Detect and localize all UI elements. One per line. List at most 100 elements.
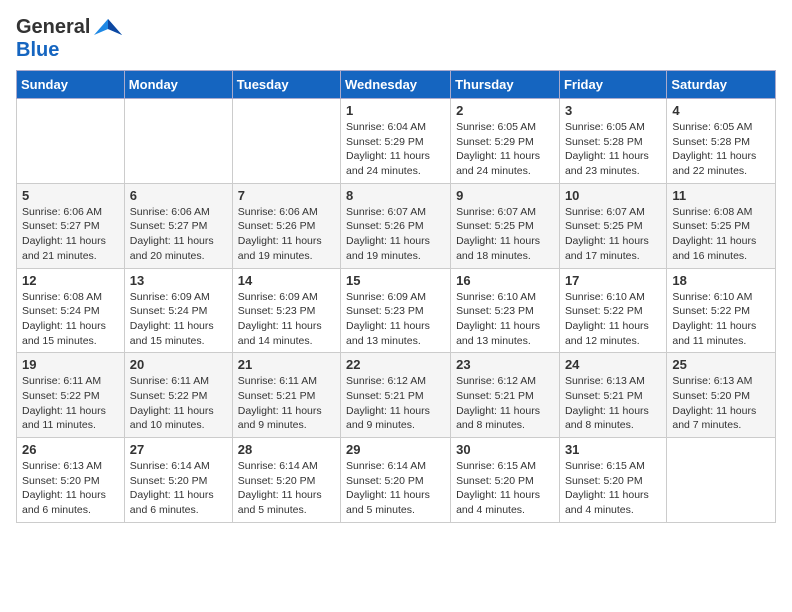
day-number: 1	[346, 103, 445, 118]
day-info: Sunrise: 6:13 AMSunset: 5:20 PMDaylight:…	[22, 459, 119, 518]
day-info: Sunrise: 6:07 AMSunset: 5:26 PMDaylight:…	[346, 205, 445, 264]
day-number: 8	[346, 188, 445, 203]
calendar-day-cell: 14 Sunrise: 6:09 AMSunset: 5:23 PMDayligh…	[232, 268, 340, 353]
calendar-day-cell	[17, 99, 125, 184]
day-info: Sunrise: 6:13 AMSunset: 5:21 PMDaylight:…	[565, 374, 661, 433]
day-number: 12	[22, 273, 119, 288]
day-number: 22	[346, 357, 445, 372]
day-info: Sunrise: 6:10 AMSunset: 5:22 PMDaylight:…	[672, 290, 770, 349]
day-number: 3	[565, 103, 661, 118]
calendar-day-cell: 29 Sunrise: 6:14 AMSunset: 5:20 PMDayligh…	[341, 438, 451, 523]
day-number: 10	[565, 188, 661, 203]
day-number: 24	[565, 357, 661, 372]
day-number: 19	[22, 357, 119, 372]
calendar-day-cell: 18 Sunrise: 6:10 AMSunset: 5:22 PMDayligh…	[667, 268, 776, 353]
day-info: Sunrise: 6:14 AMSunset: 5:20 PMDaylight:…	[238, 459, 335, 518]
calendar-day-cell: 30 Sunrise: 6:15 AMSunset: 5:20 PMDayligh…	[451, 438, 560, 523]
day-info: Sunrise: 6:12 AMSunset: 5:21 PMDaylight:…	[346, 374, 445, 433]
day-info: Sunrise: 6:06 AMSunset: 5:26 PMDaylight:…	[238, 205, 335, 264]
day-number: 18	[672, 273, 770, 288]
day-of-week-header: Monday	[124, 71, 232, 99]
day-info: Sunrise: 6:07 AMSunset: 5:25 PMDaylight:…	[565, 205, 661, 264]
calendar-day-cell: 20 Sunrise: 6:11 AMSunset: 5:22 PMDayligh…	[124, 353, 232, 438]
day-info: Sunrise: 6:07 AMSunset: 5:25 PMDaylight:…	[456, 205, 554, 264]
day-info: Sunrise: 6:09 AMSunset: 5:23 PMDaylight:…	[346, 290, 445, 349]
day-info: Sunrise: 6:08 AMSunset: 5:24 PMDaylight:…	[22, 290, 119, 349]
day-number: 29	[346, 442, 445, 457]
calendar-day-cell: 17Sunrise: 6:10 AMSunset: 5:22 PMDayligh…	[559, 268, 666, 353]
calendar-day-cell: 26 Sunrise: 6:13 AMSunset: 5:20 PMDayligh…	[17, 438, 125, 523]
day-number: 28	[238, 442, 335, 457]
calendar-week-row: 26 Sunrise: 6:13 AMSunset: 5:20 PMDayligh…	[17, 438, 776, 523]
calendar-week-row: 19 Sunrise: 6:11 AMSunset: 5:22 PMDayligh…	[17, 353, 776, 438]
day-info: Sunrise: 6:11 AMSunset: 5:22 PMDaylight:…	[130, 374, 227, 433]
day-number: 15	[346, 273, 445, 288]
calendar-day-cell: 22 Sunrise: 6:12 AMSunset: 5:21 PMDayligh…	[341, 353, 451, 438]
day-of-week-header: Tuesday	[232, 71, 340, 99]
day-number: 9	[456, 188, 554, 203]
calendar-day-cell	[232, 99, 340, 184]
day-of-week-header: Friday	[559, 71, 666, 99]
calendar-day-cell: 16 Sunrise: 6:10 AMSunset: 5:23 PMDayligh…	[451, 268, 560, 353]
day-info: Sunrise: 6:09 AMSunset: 5:24 PMDaylight:…	[130, 290, 227, 349]
day-number: 21	[238, 357, 335, 372]
page-header: General Blue	[16, 16, 776, 62]
day-info: Sunrise: 6:14 AMSunset: 5:20 PMDaylight:…	[346, 459, 445, 518]
calendar-week-row: 1 Sunrise: 6:04 AMSunset: 5:29 PMDaylight…	[17, 99, 776, 184]
logo-bird-icon	[94, 17, 122, 39]
calendar-day-cell	[124, 99, 232, 184]
day-info: Sunrise: 6:04 AMSunset: 5:29 PMDaylight:…	[346, 120, 445, 179]
calendar-day-cell: 12 Sunrise: 6:08 AMSunset: 5:24 PMDayligh…	[17, 268, 125, 353]
day-number: 6	[130, 188, 227, 203]
day-number: 2	[456, 103, 554, 118]
calendar-day-cell: 28 Sunrise: 6:14 AMSunset: 5:20 PMDayligh…	[232, 438, 340, 523]
calendar-day-cell: 19 Sunrise: 6:11 AMSunset: 5:22 PMDayligh…	[17, 353, 125, 438]
day-number: 31	[565, 442, 661, 457]
calendar-day-cell: 27Sunrise: 6:14 AMSunset: 5:20 PMDayligh…	[124, 438, 232, 523]
calendar-table: SundayMondayTuesdayWednesdayThursdayFrid…	[16, 70, 776, 523]
day-number: 14	[238, 273, 335, 288]
calendar-day-cell: 8 Sunrise: 6:07 AMSunset: 5:26 PMDaylight…	[341, 183, 451, 268]
day-number: 11	[672, 188, 770, 203]
day-info: Sunrise: 6:11 AMSunset: 5:22 PMDaylight:…	[22, 374, 119, 433]
day-info: Sunrise: 6:15 AMSunset: 5:20 PMDaylight:…	[456, 459, 554, 518]
day-info: Sunrise: 6:15 AMSunset: 5:20 PMDaylight:…	[565, 459, 661, 518]
day-of-week-header: Wednesday	[341, 71, 451, 99]
day-info: Sunrise: 6:06 AMSunset: 5:27 PMDaylight:…	[130, 205, 227, 264]
calendar-day-cell: 15 Sunrise: 6:09 AMSunset: 5:23 PMDayligh…	[341, 268, 451, 353]
day-info: Sunrise: 6:06 AMSunset: 5:27 PMDaylight:…	[22, 205, 119, 264]
calendar-day-cell: 4 Sunrise: 6:05 AMSunset: 5:28 PMDaylight…	[667, 99, 776, 184]
day-info: Sunrise: 6:08 AMSunset: 5:25 PMDaylight:…	[672, 205, 770, 264]
day-number: 7	[238, 188, 335, 203]
day-number: 30	[456, 442, 554, 457]
day-of-week-header: Thursday	[451, 71, 560, 99]
day-number: 25	[672, 357, 770, 372]
calendar-day-cell: 1 Sunrise: 6:04 AMSunset: 5:29 PMDaylight…	[341, 99, 451, 184]
calendar-day-cell: 24 Sunrise: 6:13 AMSunset: 5:21 PMDayligh…	[559, 353, 666, 438]
day-info: Sunrise: 6:10 AMSunset: 5:23 PMDaylight:…	[456, 290, 554, 349]
logo: General Blue	[16, 16, 122, 62]
calendar-day-cell: 21Sunrise: 6:11 AMSunset: 5:21 PMDayligh…	[232, 353, 340, 438]
day-info: Sunrise: 6:12 AMSunset: 5:21 PMDaylight:…	[456, 374, 554, 433]
day-number: 16	[456, 273, 554, 288]
calendar-day-cell: 2 Sunrise: 6:05 AMSunset: 5:29 PMDaylight…	[451, 99, 560, 184]
calendar-day-cell: 7 Sunrise: 6:06 AMSunset: 5:26 PMDaylight…	[232, 183, 340, 268]
day-info: Sunrise: 6:13 AMSunset: 5:20 PMDaylight:…	[672, 374, 770, 433]
calendar-day-cell: 31 Sunrise: 6:15 AMSunset: 5:20 PMDayligh…	[559, 438, 666, 523]
day-info: Sunrise: 6:09 AMSunset: 5:23 PMDaylight:…	[238, 290, 335, 349]
day-number: 4	[672, 103, 770, 118]
calendar-day-cell: 13 Sunrise: 6:09 AMSunset: 5:24 PMDayligh…	[124, 268, 232, 353]
day-number: 20	[130, 357, 227, 372]
calendar-day-cell: 10 Sunrise: 6:07 AMSunset: 5:25 PMDayligh…	[559, 183, 666, 268]
day-number: 13	[130, 273, 227, 288]
calendar-day-cell: 25 Sunrise: 6:13 AMSunset: 5:20 PMDayligh…	[667, 353, 776, 438]
day-info: Sunrise: 6:05 AMSunset: 5:29 PMDaylight:…	[456, 120, 554, 179]
day-number: 27	[130, 442, 227, 457]
calendar-day-cell: 11 Sunrise: 6:08 AMSunset: 5:25 PMDayligh…	[667, 183, 776, 268]
day-number: 17	[565, 273, 661, 288]
day-info: Sunrise: 6:05 AMSunset: 5:28 PMDaylight:…	[672, 120, 770, 179]
calendar-day-cell: 5Sunrise: 6:06 AMSunset: 5:27 PMDaylight…	[17, 183, 125, 268]
day-number: 26	[22, 442, 119, 457]
calendar-week-row: 5Sunrise: 6:06 AMSunset: 5:27 PMDaylight…	[17, 183, 776, 268]
calendar-header-row: SundayMondayTuesdayWednesdayThursdayFrid…	[17, 71, 776, 99]
